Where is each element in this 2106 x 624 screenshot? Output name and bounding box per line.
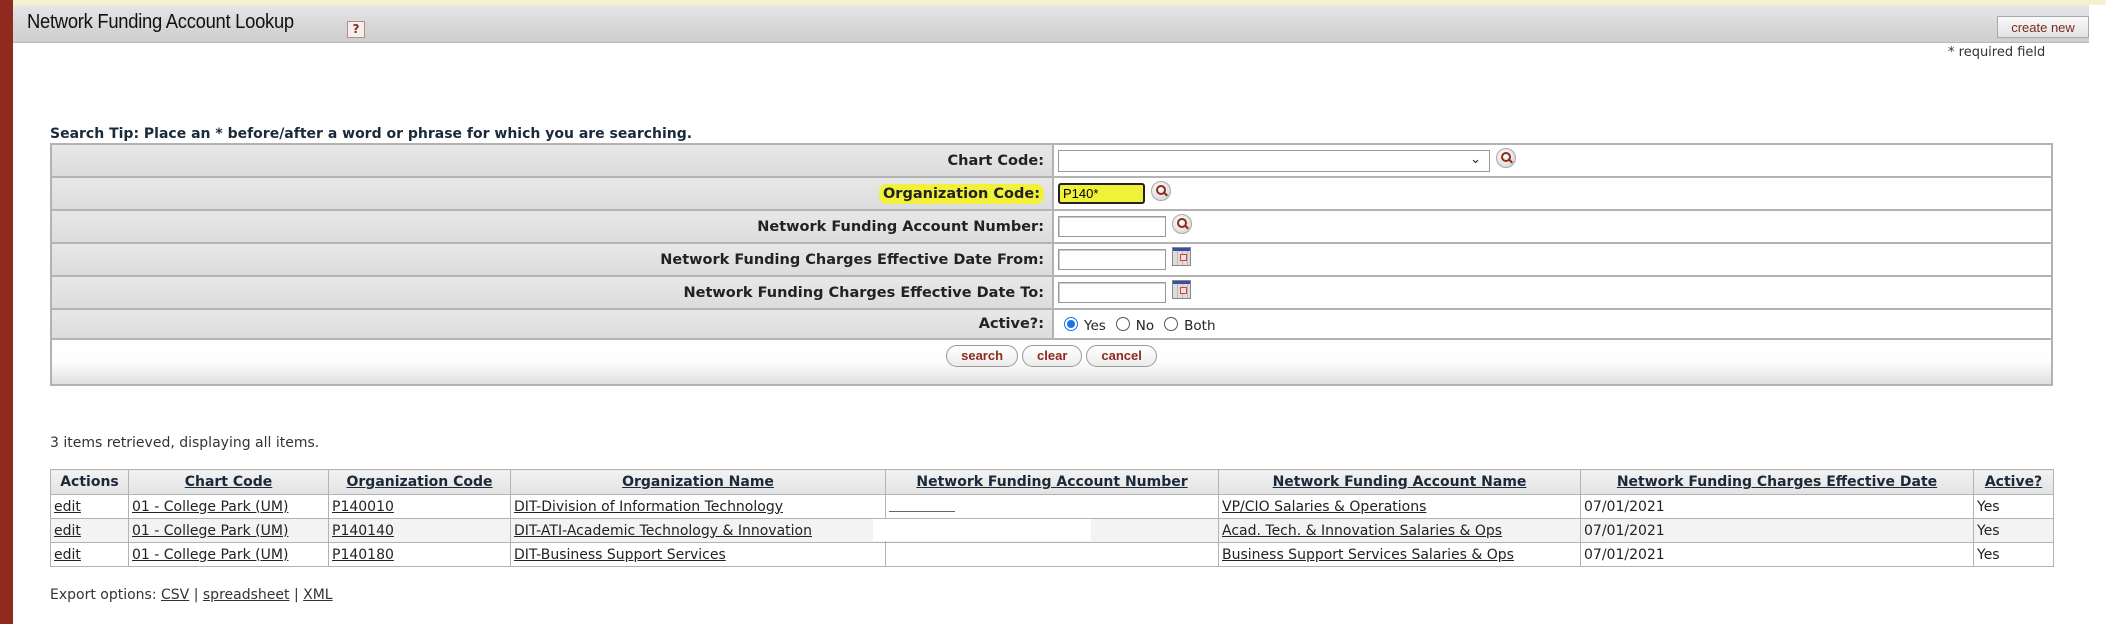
export-csv-link[interactable]: CSV xyxy=(161,587,189,603)
account-name-link[interactable]: VP/CIO Salaries & Operations xyxy=(1222,499,1426,515)
create-new-button[interactable]: create new xyxy=(1997,16,2089,38)
organization-code-link[interactable]: P140010 xyxy=(332,499,394,515)
search-tip: Search Tip: Place an * before/after a wo… xyxy=(50,126,693,142)
export-separator: | xyxy=(293,587,299,603)
column-header-account-number[interactable]: Network Funding Account Number xyxy=(916,474,1187,490)
results-summary: 3 items retrieved, displaying all items. xyxy=(50,435,320,451)
page-header: Network Funding Account Lookup ? create … xyxy=(13,5,2089,43)
active-radio-both-label: Both xyxy=(1184,317,1216,334)
active-radio-yes-label: Yes xyxy=(1084,317,1106,334)
date-from-label: Network Funding Charges Effective Date F… xyxy=(52,244,1054,275)
active-label-text: Active?: xyxy=(978,316,1044,332)
chart-code-label: Chart Code: xyxy=(52,145,1054,176)
form-row-date-to: Network Funding Charges Effective Date T… xyxy=(52,277,2051,310)
chart-code-label-text: Chart Code: xyxy=(947,152,1045,169)
organization-name-link[interactable]: DIT-Business Support Services xyxy=(514,547,726,563)
account-number-redacted xyxy=(889,498,955,512)
active-cell: Yes xyxy=(1973,542,2054,567)
organization-name-link[interactable]: DIT-ATI-Academic Technology & Innovation xyxy=(514,523,812,539)
chart-code-lookup-icon[interactable] xyxy=(1496,147,1516,168)
chart-code-select[interactable]: ⌄ xyxy=(1058,149,1490,172)
form-row-active: Active?: Yes No Both xyxy=(52,310,2051,340)
date-from-label-text: Network Funding Charges Effective Date F… xyxy=(660,251,1044,268)
results-header-row: Actions Chart Code Organization Code Org… xyxy=(50,469,2054,495)
active-radio-group: Yes No Both xyxy=(1058,315,1220,334)
date-to-label-text: Network Funding Charges Effective Date T… xyxy=(683,284,1045,301)
organization-name-link[interactable]: DIT-Division of Information Technology xyxy=(514,499,783,515)
chevron-down-icon: ⌄ xyxy=(1470,151,1481,167)
organization-code-link[interactable]: P140140 xyxy=(332,523,394,539)
page-title: Network Funding Account Lookup xyxy=(27,11,294,33)
form-button-row: search clear cancel xyxy=(52,340,2051,384)
organization-code-link[interactable]: P140180 xyxy=(332,547,394,563)
account-number-label-text: Network Funding Account Number: xyxy=(757,218,1044,235)
column-header-effective-date[interactable]: Network Funding Charges Effective Date xyxy=(1617,474,1937,490)
search-form: Chart Code: ⌄ Organization Code: Network… xyxy=(50,143,2053,386)
active-radio-yes[interactable] xyxy=(1064,317,1078,331)
column-header-actions: Actions xyxy=(50,469,129,495)
form-row-account-number: Network Funding Account Number: xyxy=(52,211,2051,244)
account-name-link[interactable]: Acad. Tech. & Innovation Salaries & Ops xyxy=(1222,523,1502,539)
edit-link[interactable]: edit xyxy=(54,547,81,563)
column-header-chart-code[interactable]: Chart Code xyxy=(185,474,273,490)
form-row-date-from: Network Funding Charges Effective Date F… xyxy=(52,244,2051,277)
column-header-account-name[interactable]: Network Funding Account Name xyxy=(1273,474,1527,490)
account-number-redacted xyxy=(885,542,1219,567)
account-number-label: Network Funding Account Number: xyxy=(52,211,1054,242)
date-to-input[interactable] xyxy=(1058,282,1166,303)
table-row: edit 01 - College Park (UM) P140180 DIT-… xyxy=(50,542,2054,567)
required-field-note: * required field xyxy=(1948,45,2046,60)
active-cell: Yes xyxy=(1973,494,2054,519)
organization-code-label: Organization Code: xyxy=(52,178,1054,209)
active-radio-no-label: No xyxy=(1135,317,1155,334)
results-table: Actions Chart Code Organization Code Org… xyxy=(50,469,2054,567)
export-xml-link[interactable]: XML xyxy=(303,587,332,603)
column-header-active[interactable]: Active? xyxy=(1985,474,2042,490)
export-options: Export options: CSV | spreadsheet | XML xyxy=(50,587,333,603)
chart-code-link[interactable]: 01 - College Park (UM) xyxy=(132,523,288,539)
help-icon[interactable]: ? xyxy=(347,21,365,38)
export-separator: | xyxy=(193,587,199,603)
export-label: Export options: xyxy=(50,587,157,603)
date-to-label: Network Funding Charges Effective Date T… xyxy=(52,277,1054,308)
account-number-lookup-icon[interactable] xyxy=(1172,213,1192,234)
form-row-chart-code: Chart Code: ⌄ xyxy=(52,145,2051,178)
effective-date-cell: 07/01/2021 xyxy=(1580,518,1974,543)
cancel-button[interactable]: cancel xyxy=(1086,345,1157,367)
account-number-input[interactable] xyxy=(1058,216,1166,237)
column-header-organization-code[interactable]: Organization Code xyxy=(347,474,493,490)
organization-code-input[interactable] xyxy=(1058,183,1145,204)
date-from-calendar-icon[interactable] xyxy=(1172,247,1191,266)
effective-date-cell: 07/01/2021 xyxy=(1580,494,1974,519)
date-to-calendar-icon[interactable] xyxy=(1172,280,1191,299)
chart-code-link[interactable]: 01 - College Park (UM) xyxy=(132,499,288,515)
active-radio-both[interactable] xyxy=(1164,317,1179,331)
account-name-link[interactable]: Business Support Services Salaries & Ops xyxy=(1222,547,1514,563)
organization-code-label-text: Organization Code: xyxy=(878,183,1044,204)
edit-link[interactable]: edit xyxy=(54,499,81,515)
search-button[interactable]: search xyxy=(946,345,1019,367)
export-spreadsheet-link[interactable]: spreadsheet xyxy=(203,587,290,603)
table-row: edit 01 - College Park (UM) P140010 DIT-… xyxy=(50,494,2054,519)
effective-date-cell: 07/01/2021 xyxy=(1580,542,1974,567)
column-header-organization-name[interactable]: Organization Name xyxy=(622,474,774,490)
chart-code-link[interactable]: 01 - College Park (UM) xyxy=(132,547,288,563)
active-radio-no[interactable] xyxy=(1115,317,1130,331)
active-cell: Yes xyxy=(1973,518,2054,543)
form-row-organization-code: Organization Code: xyxy=(52,178,2051,211)
clear-button[interactable]: clear xyxy=(1022,345,1083,367)
redaction-overlay xyxy=(873,519,1091,541)
organization-code-lookup-icon[interactable] xyxy=(1151,180,1171,201)
edit-link[interactable]: edit xyxy=(54,523,81,539)
active-label: Active?: xyxy=(52,310,1054,338)
date-from-input[interactable] xyxy=(1058,249,1166,270)
left-accent-bar xyxy=(0,0,13,624)
